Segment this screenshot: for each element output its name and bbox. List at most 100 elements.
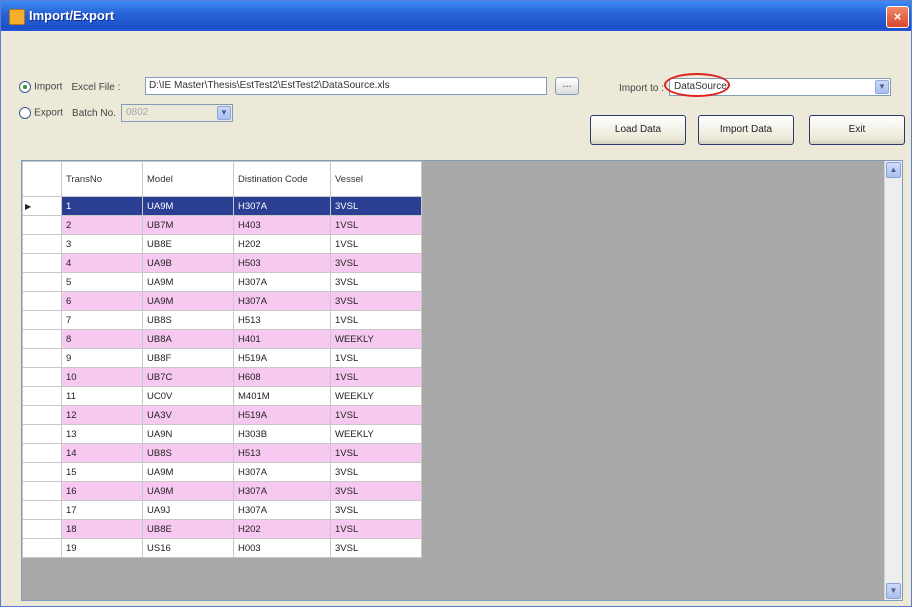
destination-code-cell[interactable]: H307A <box>233 462 331 482</box>
model-cell[interactable]: UB8E <box>142 234 234 254</box>
vessel-cell[interactable]: 1VSL <box>330 519 422 539</box>
transno-cell[interactable]: 18 <box>61 519 143 539</box>
table-row[interactable]: 16 UA9M H307A 3VSL <box>22 481 422 501</box>
transno-cell[interactable]: 19 <box>61 538 143 558</box>
table-row[interactable]: 17 UA9J H307A 3VSL <box>22 500 422 520</box>
transno-cell[interactable]: 9 <box>61 348 143 368</box>
row-header[interactable] <box>22 348 62 368</box>
model-cell[interactable]: UA9N <box>142 424 234 444</box>
model-cell[interactable]: UA9B <box>142 253 234 273</box>
vessel-cell[interactable]: WEEKLY <box>330 386 422 406</box>
vessel-cell[interactable]: 1VSL <box>330 405 422 425</box>
vessel-cell[interactable]: 3VSL <box>330 196 422 216</box>
vessel-cell[interactable]: 1VSL <box>330 367 422 387</box>
transno-cell[interactable]: 11 <box>61 386 143 406</box>
model-cell[interactable]: UB8S <box>142 443 234 463</box>
load-data-button[interactable]: Load Data <box>590 115 686 145</box>
destination-code-cell[interactable]: H202 <box>233 234 331 254</box>
destination-code-cell[interactable]: H519A <box>233 348 331 368</box>
row-header[interactable]: ▶ <box>22 196 62 216</box>
model-cell[interactable]: UB8E <box>142 519 234 539</box>
model-cell[interactable]: UA9M <box>142 272 234 292</box>
row-header[interactable] <box>22 538 62 558</box>
destination-code-cell[interactable]: H513 <box>233 310 331 330</box>
destination-code-cell[interactable]: H307A <box>233 291 331 311</box>
row-header[interactable] <box>22 310 62 330</box>
data-grid[interactable]: TransNo Model Distination Code Vessel ▶ 1… <box>21 160 903 601</box>
table-row[interactable]: 8 UB8A H401 WEEKLY <box>22 329 422 349</box>
row-header[interactable] <box>22 462 62 482</box>
destination-code-cell[interactable]: H519A <box>233 405 331 425</box>
model-cell[interactable]: US16 <box>142 538 234 558</box>
chevron-down-icon[interactable]: ▼ <box>217 106 231 120</box>
row-header[interactable] <box>22 481 62 501</box>
model-cell[interactable]: UB7C <box>142 367 234 387</box>
row-header[interactable] <box>22 253 62 273</box>
vertical-scrollbar[interactable]: ▲ ▼ <box>884 161 902 600</box>
transno-cell[interactable]: 14 <box>61 443 143 463</box>
vessel-cell[interactable]: 3VSL <box>330 462 422 482</box>
column-header-model[interactable]: Model <box>142 161 234 197</box>
table-row[interactable]: 15 UA9M H307A 3VSL <box>22 462 422 482</box>
transno-cell[interactable]: 3 <box>61 234 143 254</box>
vessel-cell[interactable]: 1VSL <box>330 348 422 368</box>
vessel-cell[interactable]: 3VSL <box>330 253 422 273</box>
destination-code-cell[interactable]: M401M <box>233 386 331 406</box>
transno-cell[interactable]: 6 <box>61 291 143 311</box>
row-header[interactable] <box>22 291 62 311</box>
destination-code-cell[interactable]: H307A <box>233 481 331 501</box>
model-cell[interactable]: UA9J <box>142 500 234 520</box>
destination-code-cell[interactable]: H513 <box>233 443 331 463</box>
transno-cell[interactable]: 16 <box>61 481 143 501</box>
browse-button[interactable]: ... <box>555 77 579 95</box>
import-data-button[interactable]: Import Data <box>698 115 794 145</box>
transno-cell[interactable]: 2 <box>61 215 143 235</box>
table-row[interactable]: 13 UA9N H303B WEEKLY <box>22 424 422 444</box>
model-cell[interactable]: UA9M <box>142 196 234 216</box>
vessel-cell[interactable]: 3VSL <box>330 291 422 311</box>
vessel-cell[interactable]: 1VSL <box>330 443 422 463</box>
arrow-up-icon[interactable]: ▲ <box>886 162 901 178</box>
vessel-cell[interactable]: 3VSL <box>330 538 422 558</box>
table-row[interactable]: 18 UB8E H202 1VSL <box>22 519 422 539</box>
exit-button[interactable]: Exit <box>809 115 905 145</box>
table-row[interactable]: 19 US16 H003 3VSL <box>22 538 422 558</box>
row-header[interactable] <box>22 405 62 425</box>
table-row[interactable]: 4 UA9B H503 3VSL <box>22 253 422 273</box>
transno-cell[interactable]: 12 <box>61 405 143 425</box>
close-icon[interactable]: × <box>886 6 909 28</box>
table-row[interactable]: 12 UA3V H519A 1VSL <box>22 405 422 425</box>
row-header[interactable] <box>22 500 62 520</box>
chevron-down-icon[interactable]: ▼ <box>875 80 889 94</box>
table-row[interactable]: 7 UB8S H513 1VSL <box>22 310 422 330</box>
row-header[interactable] <box>22 329 62 349</box>
row-header[interactable] <box>22 443 62 463</box>
model-cell[interactable]: UB8F <box>142 348 234 368</box>
destination-code-cell[interactable]: H503 <box>233 253 331 273</box>
batch-no-select[interactable]: 0802 ▼ <box>121 104 233 122</box>
model-cell[interactable]: UB8S <box>142 310 234 330</box>
vessel-cell[interactable]: 1VSL <box>330 234 422 254</box>
model-cell[interactable]: UA9M <box>142 291 234 311</box>
destination-code-cell[interactable]: H303B <box>233 424 331 444</box>
model-cell[interactable]: UA3V <box>142 405 234 425</box>
destination-code-cell[interactable]: H307A <box>233 196 331 216</box>
column-header-destination-code[interactable]: Distination Code <box>233 161 331 197</box>
table-row[interactable]: ▶ 1 UA9M H307A 3VSL <box>22 196 422 216</box>
transno-cell[interactable]: 7 <box>61 310 143 330</box>
transno-cell[interactable]: 5 <box>61 272 143 292</box>
row-header[interactable] <box>22 367 62 387</box>
table-row[interactable]: 5 UA9M H307A 3VSL <box>22 272 422 292</box>
model-cell[interactable]: UB8A <box>142 329 234 349</box>
row-header[interactable] <box>22 519 62 539</box>
row-header[interactable] <box>22 215 62 235</box>
row-header[interactable] <box>22 424 62 444</box>
table-row[interactable]: 9 UB8F H519A 1VSL <box>22 348 422 368</box>
transno-cell[interactable]: 17 <box>61 500 143 520</box>
model-cell[interactable]: UA9M <box>142 481 234 501</box>
table-row[interactable]: 2 UB7M H403 1VSL <box>22 215 422 235</box>
export-radio[interactable] <box>19 107 31 120</box>
row-header[interactable] <box>22 272 62 292</box>
transno-cell[interactable]: 10 <box>61 367 143 387</box>
transno-cell[interactable]: 13 <box>61 424 143 444</box>
